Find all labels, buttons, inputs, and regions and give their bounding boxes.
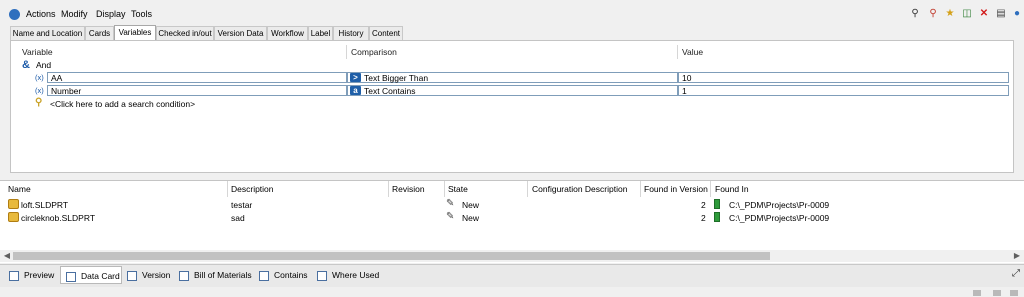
revision-column-header[interactable]: Revision: [392, 184, 425, 194]
favorite-search-icon[interactable]: ★: [944, 8, 956, 20]
file-description: sad: [231, 213, 245, 223]
scrollbar-thumb[interactable]: [13, 252, 770, 260]
file-found-in: C:\_PDM\Projects\Pr-0009: [729, 213, 830, 223]
variable-column-header[interactable]: Variable: [22, 47, 53, 57]
expand-icon[interactable]: ⤢: [1012, 268, 1020, 279]
column-separator: [677, 45, 678, 59]
scroll-right-icon[interactable]: ▶: [1011, 250, 1023, 262]
value-column-header[interactable]: Value: [682, 47, 703, 57]
menu-tools[interactable]: Tools: [131, 9, 152, 19]
vault-folder-icon: [714, 199, 720, 209]
remove-user-icon[interactable]: ⚲: [927, 8, 939, 20]
part-file-icon: [8, 199, 19, 209]
condition-variable-field[interactable]: Number: [47, 85, 347, 96]
bill-of-materials-icon: [179, 270, 189, 281]
file-state: New: [462, 200, 480, 210]
data-card-icon: [66, 271, 76, 282]
where-used-icon: [317, 270, 327, 281]
tab-workflow[interactable]: Workflow: [267, 26, 308, 40]
column-separator: [227, 181, 228, 197]
tab-preview[interactable]: Preview: [4, 266, 60, 284]
menu-display[interactable]: Display: [96, 9, 126, 19]
variable-icon: (x): [35, 73, 44, 82]
tab-history[interactable]: History: [333, 26, 369, 40]
tab-where-used-label: Where Used: [332, 270, 380, 280]
tab-version[interactable]: Version: [122, 266, 174, 284]
column-separator: [346, 45, 347, 59]
tab-checked-in-out[interactable]: Checked in/out: [156, 26, 214, 40]
tab-bill-of-materials-label: Bill of Materials: [194, 270, 252, 280]
file-description: testar: [231, 200, 253, 210]
tab-where-used[interactable]: Where Used: [312, 266, 382, 284]
found-in-version-column-header[interactable]: Found in Version: [644, 184, 708, 194]
state-column-header[interactable]: State: [448, 184, 468, 194]
condition-value-field[interactable]: 1: [678, 85, 1009, 96]
condition-variable-field[interactable]: AA: [47, 72, 347, 83]
version-icon: [127, 270, 137, 281]
column-separator: [444, 181, 445, 197]
file-name[interactable]: loft.SLDPRT: [21, 200, 68, 210]
file-found-in: C:\_PDM\Projects\Pr-0009: [729, 200, 830, 210]
found-in-column-header[interactable]: Found In: [715, 184, 749, 194]
status-refresh-icon[interactable]: [1010, 290, 1018, 296]
tab-data-card[interactable]: Data Card: [60, 266, 122, 284]
condition-comparison-field[interactable]: Text Contains: [347, 85, 678, 96]
status-undo-icon[interactable]: [993, 290, 1001, 296]
column-separator: [710, 181, 711, 197]
tab-content[interactable]: Content: [369, 26, 403, 40]
condition-comparison-field[interactable]: Text Bigger Than: [347, 72, 678, 83]
part-file-icon: [8, 212, 19, 222]
app-icon: [9, 9, 20, 20]
column-separator: [388, 181, 389, 197]
tab-preview-label: Preview: [24, 270, 55, 280]
column-separator: [640, 181, 641, 197]
status-save-icon[interactable]: [973, 290, 981, 296]
file-found-in-version: 2: [701, 213, 706, 223]
and-operator-icon: &: [22, 59, 30, 71]
greater-than-icon: >: [350, 73, 361, 82]
menu-actions[interactable]: Actions: [26, 9, 56, 19]
contains-icon: [259, 270, 269, 281]
tab-cards[interactable]: Cards: [85, 26, 114, 40]
user-icon[interactable]: ●: [1011, 8, 1023, 20]
tab-variables[interactable]: Variables: [114, 25, 156, 40]
tab-version-data[interactable]: Version Data: [214, 26, 267, 40]
menu-modify[interactable]: Modify: [61, 9, 88, 19]
file-found-in-version: 2: [701, 200, 706, 210]
clear-icon[interactable]: ✕: [978, 8, 990, 20]
configuration-description-column-header[interactable]: Configuration Description: [532, 184, 627, 194]
variable-icon: (x): [35, 86, 44, 95]
file-state: New: [462, 213, 480, 223]
properties-icon[interactable]: ▤: [995, 8, 1007, 20]
search-icon: ⚲: [35, 97, 43, 108]
vault-folder-icon: [714, 212, 720, 222]
column-separator: [527, 181, 528, 197]
tab-name-and-location[interactable]: Name and Location: [10, 26, 85, 40]
workflow-state-icon: ✎: [446, 211, 455, 222]
tab-label[interactable]: Label: [308, 26, 333, 40]
tab-version-label: Version: [142, 270, 171, 280]
tab-contains[interactable]: Contains: [254, 266, 312, 284]
tab-bill-of-materials[interactable]: Bill of Materials: [174, 266, 254, 284]
condition-value-field[interactable]: 10: [678, 72, 1009, 83]
find-user-icon[interactable]: ⚲: [909, 8, 921, 20]
comparison-column-header[interactable]: Comparison: [351, 47, 397, 57]
export-icon[interactable]: ◫: [961, 8, 973, 20]
name-column-header[interactable]: Name: [8, 184, 31, 194]
add-search-condition[interactable]: <Click here to add a search condition>: [50, 99, 195, 109]
scroll-left-icon[interactable]: ◀: [1, 250, 13, 262]
tab-data-card-label: Data Card: [81, 271, 120, 281]
preview-icon: [9, 270, 19, 281]
description-column-header[interactable]: Description: [231, 184, 274, 194]
tab-contains-label: Contains: [274, 270, 308, 280]
and-operator-label[interactable]: And: [36, 60, 51, 70]
menubar: [0, 0, 1024, 26]
file-name[interactable]: circleknob.SLDPRT: [21, 213, 95, 223]
workflow-state-icon: ✎: [446, 198, 455, 209]
contains-icon: a: [350, 86, 361, 95]
